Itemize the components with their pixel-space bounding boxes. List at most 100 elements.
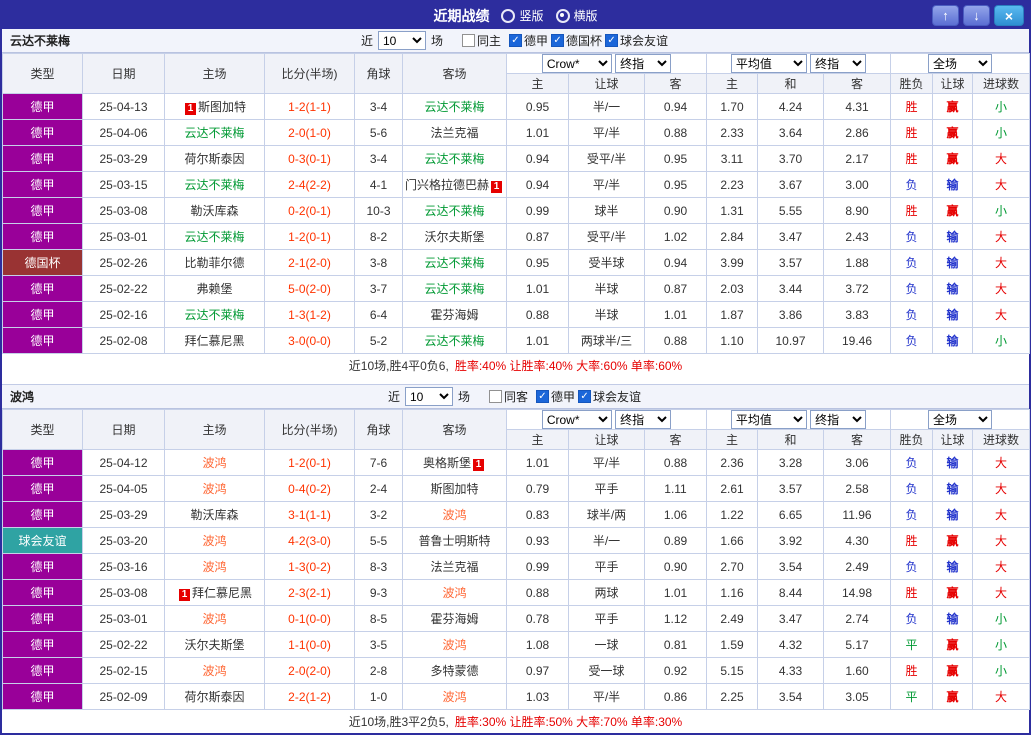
match-row: 德甲 25-02-22 沃尔夫斯堡 1-1(0-0) 3-5 波鸿 1.08 一球 0.81 1.… [2,631,1030,658]
result-cell: 负 [890,249,933,276]
league-filter[interactable]: ✓ 球会友谊 [578,388,641,405]
scroll-up-button[interactable]: ↑ [932,5,959,26]
result-cell: 胜 [890,579,933,606]
away-team-cell: 波鸿 [402,501,507,528]
red-card-badge: 1 [491,181,503,193]
away-team-cell: 霍芬海姆 [402,605,507,632]
odds-cell: 0.88 [644,327,707,354]
odds-cell: 0.87 [506,223,569,250]
odds-cell: 半球 [568,275,645,302]
corner-cell: 6-4 [354,301,403,328]
corner-cell: 3-2 [354,501,403,528]
checkbox-checked-icon[interactable]: ✓ [509,34,522,47]
team-name-text: 波鸿 [202,664,227,678]
date-cell: 25-03-16 [82,553,165,580]
league-filter[interactable]: ✓ 德甲 [509,32,548,49]
same-venue-filter[interactable]: 同主 [461,32,501,49]
league-filter[interactable]: ✓ 德国杯 [551,32,602,49]
handicap-result-cell: 输 [932,605,973,632]
odds-cell: 1.02 [644,223,707,250]
match-count-select[interactable]: 10 [404,387,453,406]
odds-cell: 0.88 [644,119,707,146]
same-venue-label: 同主 [476,34,501,48]
odds-cell: 0.88 [506,579,569,606]
away-team-cell: 普鲁士明斯特 [402,527,507,554]
match-row: 德甲 25-03-01 波鸿 0-1(0-0) 8-5 霍芬海姆 0.78 平手 1.12 2.4… [2,605,1030,632]
average-odds-header: 平均值 终指 [706,53,891,74]
goals-result-cell: 小 [972,327,1030,354]
league-filter[interactable]: ✓ 球会友谊 [605,32,668,49]
corner-cell: 8-2 [354,223,403,250]
avg-odds-cell: 3.44 [757,275,824,302]
odds-cell: 半球 [568,301,645,328]
col-away: 客场 [402,53,507,94]
avg-odds-cell: 1.66 [706,527,758,554]
checkbox-unchecked-icon[interactable] [488,390,502,403]
avg-odds-cell: 1.22 [706,501,758,528]
close-button[interactable]: × [994,5,1024,26]
goals-result-cell: 大 [972,449,1030,476]
date-cell: 25-03-29 [82,145,165,172]
odds-cell: 0.92 [644,657,707,684]
goals-result-cell: 大 [972,301,1030,328]
final-odds-select[interactable]: 终指 [615,410,672,429]
col-handicap-result: 让球 [932,429,973,450]
avg-odds-cell: 3.28 [757,449,824,476]
odds-cell: 1.01 [506,119,569,146]
team-name-text: 法兰克福 [430,560,479,574]
radio-horizontal-layout[interactable]: 横版 [555,7,598,24]
avg-odds-cell: 3.99 [706,249,758,276]
checkbox-checked-icon[interactable]: ✓ [605,34,619,47]
odds-cell: 0.83 [506,501,569,528]
odds-cell: 0.95 [644,145,707,172]
avg-odds-cell: 19.46 [823,327,891,354]
avg-odds-cell: 4.33 [757,657,824,684]
home-team-cell: 波鸿 [164,527,265,554]
home-team-cell: 云达不莱梅 [164,119,265,146]
league-filter[interactable]: ✓ 德甲 [536,388,575,405]
match-row: 德甲 25-03-08 1 拜仁慕尼黑 2-3(2-1) 9-3 波鸿 0.88 两球 1.01 1… [2,579,1030,606]
checkbox-checked-icon[interactable]: ✓ [578,390,592,403]
average-odds-select[interactable]: 平均值 [730,410,807,429]
summary-rates: 胜率:30% 让胜率:50% 大率:70% 单率:30% [454,715,683,729]
checkbox-checked-icon[interactable]: ✓ [536,390,549,403]
result-cell: 负 [890,449,933,476]
team-name-text: 云达不莱梅 [184,178,245,192]
away-team-cell: 多特蒙德 [402,657,507,684]
home-team-cell: 弗赖堡 [164,275,265,302]
home-team-cell: 云达不莱梅 [164,171,265,198]
avg-odds-cell: 1.88 [823,249,891,276]
final-odds-select[interactable]: 终指 [615,54,672,73]
odds-cell: 1.01 [506,275,569,302]
odds-provider-select[interactable]: Crow* [541,410,612,429]
match-row: 德甲 25-02-22 弗赖堡 5-0(2-0) 3-7 云达不莱梅 1.01 半球 0.87 2… [2,275,1030,302]
team-name-text: 波鸿 [442,690,467,704]
window-title: 近期战绩 [433,7,490,24]
avg-odds-cell: 2.33 [706,119,758,146]
odds-cell: 0.81 [644,631,707,658]
team-name-text: 荷尔斯泰因 [184,690,245,704]
away-team-cell: 奥格斯堡 1 [402,449,507,476]
score-cell: 1-3(0-2) [264,553,355,580]
match-count-select[interactable]: 10 [377,31,426,50]
full-match-select[interactable]: 全场 [928,410,992,429]
odds-cell: 一球 [568,631,645,658]
avg-odds-cell: 3.57 [757,475,824,502]
league-badge: 德甲 [2,171,83,198]
checkbox-unchecked-icon[interactable] [461,34,475,47]
team-name-text: 波鸿 [202,534,227,548]
same-venue-filter[interactable]: 同客 [488,388,528,405]
full-match-select[interactable]: 全场 [928,54,992,73]
odds-cell: 0.95 [506,249,569,276]
checkbox-checked-icon[interactable]: ✓ [551,34,565,47]
final-odds-select-2[interactable]: 终指 [810,54,867,73]
avg-odds-cell: 3.83 [823,301,891,328]
avg-odds-cell: 4.32 [757,631,824,658]
final-odds-select-2[interactable]: 终指 [810,410,867,429]
result-cell: 平 [890,631,933,658]
average-odds-select[interactable]: 平均值 [730,54,807,73]
odds-provider-select[interactable]: Crow* [541,54,612,73]
radio-vertical-layout[interactable]: 竖版 [501,7,544,24]
team-name-text: 云达不莱梅 [424,334,485,348]
scroll-down-button[interactable]: ↓ [963,5,990,26]
